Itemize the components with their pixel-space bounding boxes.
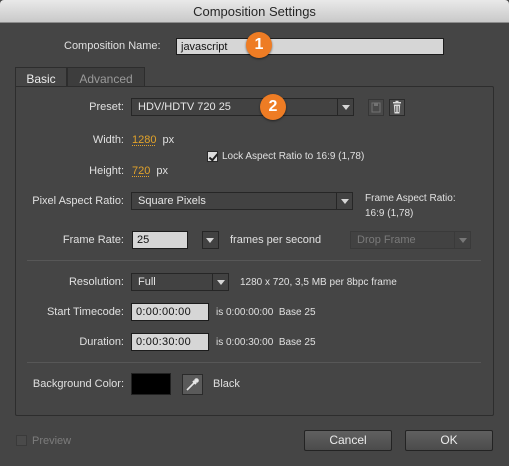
background-color-label: Background Color: — [32, 378, 124, 390]
resolution-value: Full — [138, 276, 156, 288]
lock-aspect-checkbox[interactable]: Lock Aspect Ratio to 16:9 (1,78) — [207, 150, 437, 164]
start-timecode-label: Start Timecode: — [46, 306, 124, 318]
duration-input[interactable]: 0:00:30:00 — [131, 333, 209, 351]
annotation-badge-2: 2 — [260, 94, 286, 120]
window-title: Composition Settings — [193, 4, 316, 19]
width-unit: px — [162, 134, 175, 146]
height-field[interactable]: 720 px — [132, 165, 168, 177]
frame-aspect-value: 16:9 (1,78) — [365, 208, 414, 219]
annotation-badge-1: 1 — [246, 32, 272, 58]
frame-aspect-label: Frame Aspect Ratio: — [365, 193, 456, 204]
background-color-swatch[interactable] — [131, 373, 171, 395]
frame-rate-label: Frame Rate: — [62, 234, 124, 246]
cancel-button[interactable]: Cancel — [304, 430, 392, 451]
resolution-label: Resolution: — [68, 276, 124, 288]
pixel-aspect-label: Pixel Aspect Ratio: — [32, 195, 124, 207]
background-color-name: Black — [213, 378, 240, 390]
pixel-aspect-value: Square Pixels — [138, 195, 206, 207]
frame-rate-input[interactable]: 25 — [132, 231, 188, 249]
start-timecode-input[interactable]: 0:00:00:00 — [131, 303, 209, 321]
chevron-down-icon — [336, 193, 352, 209]
preview-checkbox[interactable]: Preview — [16, 434, 96, 448]
height-unit: px — [156, 165, 169, 177]
preset-value: HDV/HDTV 720 25 — [138, 101, 231, 113]
composition-name-input[interactable]: javascript — [176, 38, 444, 55]
resolution-select[interactable]: Full — [131, 273, 229, 291]
lock-aspect-label: Lock Aspect Ratio to 16:9 (1,78) — [222, 151, 365, 162]
eyedropper-icon[interactable] — [182, 374, 203, 395]
chevron-down-icon — [212, 274, 228, 290]
start-timecode-info: is 0:00:00:00 Base 25 — [216, 307, 316, 318]
width-field[interactable]: 1280 px — [132, 134, 174, 146]
title-bar: Composition Settings — [0, 0, 509, 23]
save-preset-icon[interactable] — [368, 99, 384, 116]
divider — [27, 362, 481, 363]
height-value[interactable]: 720 — [132, 165, 150, 177]
ok-button[interactable]: OK — [405, 430, 493, 451]
chevron-down-icon — [202, 232, 218, 248]
pixel-aspect-select[interactable]: Square Pixels — [131, 192, 353, 210]
frame-rate-menu[interactable] — [202, 231, 219, 249]
divider — [27, 260, 481, 261]
preset-label: Preset: — [89, 101, 124, 113]
chevron-down-icon — [337, 99, 353, 115]
checkbox-icon[interactable] — [16, 435, 27, 446]
duration-label: Duration: — [79, 336, 124, 348]
drop-frame-select[interactable]: Drop Frame — [350, 231, 471, 249]
checkbox-check-icon[interactable] — [207, 151, 218, 162]
width-value[interactable]: 1280 — [132, 134, 156, 146]
tab-basic[interactable]: Basic — [15, 67, 67, 87]
frame-rate-unit: frames per second — [230, 234, 322, 246]
chevron-down-icon — [454, 232, 470, 248]
preview-label: Preview — [32, 435, 72, 447]
height-label: Height: — [89, 165, 124, 177]
drop-frame-value: Drop Frame — [357, 234, 416, 246]
width-label: Width: — [92, 134, 124, 146]
delete-preset-icon[interactable] — [389, 99, 405, 116]
composition-name-label: Composition Name: — [64, 40, 161, 52]
resolution-info: 1280 x 720, 3,5 MB per 8bpc frame — [240, 277, 397, 288]
duration-info: is 0:00:30:00 Base 25 — [216, 337, 316, 348]
preset-select[interactable]: HDV/HDTV 720 25 — [131, 98, 354, 116]
tab-advanced[interactable]: Advanced — [67, 67, 145, 87]
